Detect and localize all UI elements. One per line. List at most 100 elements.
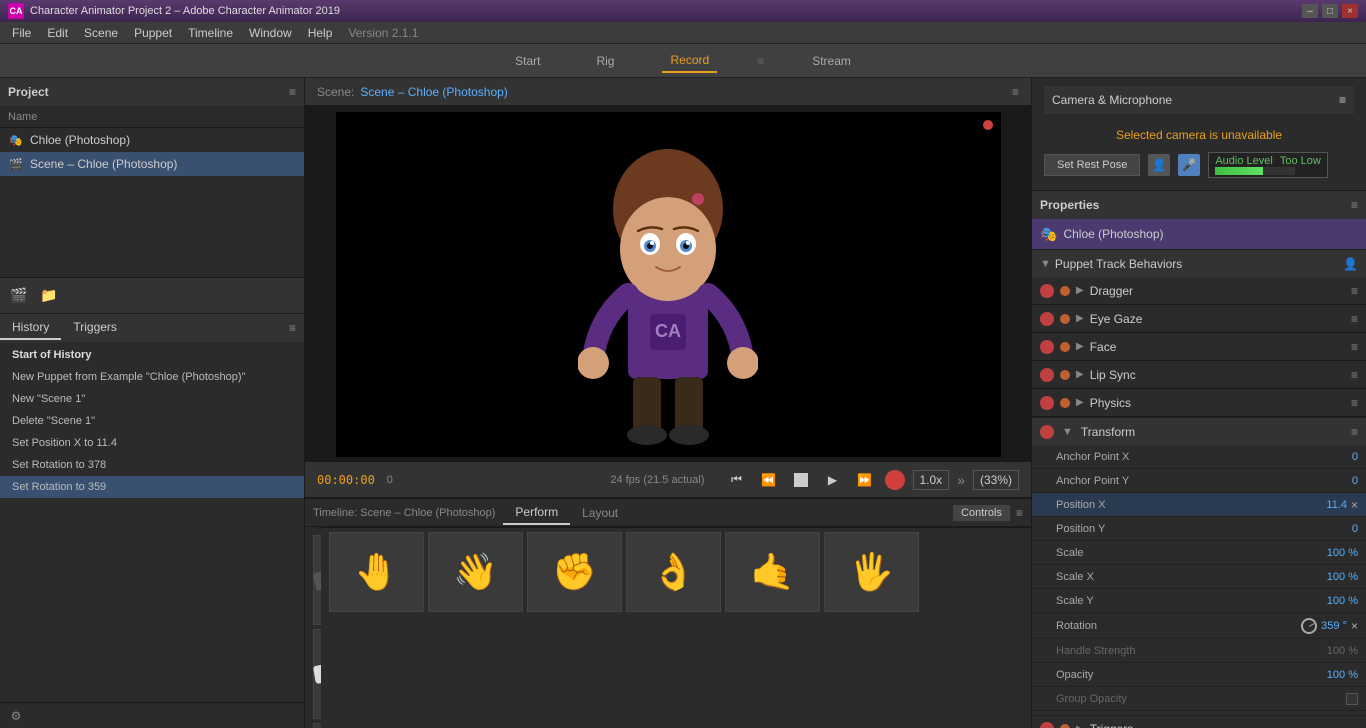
hand-4[interactable]: 👌 [626,532,721,612]
face-dot-icon[interactable] [1060,342,1070,352]
history-item-start[interactable]: Start of History [0,344,304,366]
face-menu-icon[interactable]: ≡ [1351,340,1358,354]
lip-sync-menu-icon[interactable]: ≡ [1351,368,1358,382]
rotation-close[interactable]: × [1351,619,1358,633]
puppet-name-row: 🎭 Chloe (Photoshop) [1032,219,1366,249]
controls-mode-btn[interactable]: Controls [953,505,1010,521]
opacity-value[interactable]: 100 % [1327,669,1358,681]
hand-1[interactable]: 🤚 [329,532,424,612]
eyebrow-a-knob[interactable]: A [313,723,321,728]
dragger-eye-icon[interactable] [1040,284,1054,298]
tab-triggers[interactable]: Triggers [61,316,129,340]
maximize-button[interactable]: □ [1322,4,1338,18]
eyebrow-b-knob[interactable]: B [313,535,321,625]
zoom-control[interactable]: (33%) [973,470,1019,490]
history-menu-icon[interactable]: ≡ [289,321,304,335]
history-item-delete-scene[interactable]: Delete "Scene 1" [0,410,304,432]
timeline-tab-layout[interactable]: Layout [570,502,630,524]
scale-x-value[interactable]: 100 % [1327,571,1358,583]
face-eye-icon[interactable] [1040,340,1054,354]
timeline-menu-icon[interactable]: ≡ [1016,506,1023,520]
project-menu-icon[interactable]: ≡ [289,85,296,99]
transform-collapse-icon[interactable]: ▼ [1062,426,1073,438]
speed-display[interactable]: 1.0x [913,470,950,490]
lip-sync-eye-icon[interactable] [1040,368,1054,382]
history-item-new-scene[interactable]: New "Scene 1" [0,388,304,410]
properties-menu-icon[interactable]: ≡ [1351,198,1358,212]
menu-timeline[interactable]: Timeline [180,24,241,42]
tab-history[interactable]: History [0,316,61,340]
microphone-icon[interactable]: 🎤 [1178,154,1200,176]
toolbar-rig[interactable]: Rig [588,50,622,72]
dragger-dot-icon[interactable] [1060,286,1070,296]
anchor-point-x-value[interactable]: 0 [1352,451,1358,463]
new-composition-icon[interactable]: 🎬 [8,285,30,307]
toolbar-start[interactable]: Start [507,50,548,72]
menu-window[interactable]: Window [241,24,300,42]
physics-expand-icon[interactable]: ▶ [1076,397,1084,408]
eye-gaze-dot-icon[interactable] [1060,314,1070,324]
close-button[interactable]: × [1342,4,1358,18]
position-y-value[interactable]: 0 [1352,523,1358,535]
hand-5[interactable]: 🤙 [725,532,820,612]
transform-menu-icon[interactable]: ≡ [1351,425,1358,439]
hand-3[interactable]: ✊ [527,532,622,612]
toolbar-stream[interactable]: Stream [804,50,859,72]
minimize-button[interactable]: – [1302,4,1318,18]
person-icon[interactable]: 👤 [1148,154,1170,176]
canvas-area[interactable]: CA [305,106,1031,462]
eye-gaze-menu-icon[interactable]: ≡ [1351,312,1358,326]
history-item-set-position[interactable]: Set Position X to 11.4 [0,432,304,454]
eyebrow-w-knob[interactable]: W [313,629,321,719]
scene-menu-icon[interactable]: ≡ [1012,85,1019,99]
folder-icon[interactable]: 📁 [38,285,60,307]
timeline-tab-perform[interactable]: Perform [503,501,570,525]
rotation-value[interactable]: 359 ° [1321,620,1347,632]
transform-eye-icon[interactable] [1040,425,1054,439]
dragger-menu-icon[interactable]: ≡ [1351,284,1358,298]
record-button[interactable] [885,470,905,490]
stop-button[interactable] [789,468,813,492]
toolbar-record[interactable]: Record [662,49,717,73]
project-item-scene[interactable]: 🎬 Scene – Chloe (Photoshop) [0,152,304,176]
physics-menu-icon[interactable]: ≡ [1351,396,1358,410]
scale-value[interactable]: 100 % [1327,547,1358,559]
lip-sync-expand-icon[interactable]: ▶ [1076,369,1084,380]
triggers-dot-icon[interactable] [1060,724,1070,728]
step-forward-button[interactable]: ⏩ [853,468,877,492]
scale-y-value[interactable]: 100 % [1327,595,1358,607]
project-item-puppet[interactable]: 🎭 Chloe (Photoshop) [0,128,304,152]
hand-2[interactable]: 👋 [428,532,523,612]
skip-to-start-button[interactable]: ⏮ [725,468,749,492]
history-item-new-puppet[interactable]: New Puppet from Example "Chloe (Photosho… [0,366,304,388]
behaviors-collapse-icon[interactable]: ▼ [1040,258,1051,270]
nav-arrows-right[interactable]: » [957,472,965,488]
add-puppet-icon[interactable]: 👤 [1343,257,1358,271]
anchor-point-y-value[interactable]: 0 [1352,475,1358,487]
physics-dot-icon[interactable] [1060,398,1070,408]
dragger-expand-icon[interactable]: ▶ [1076,285,1084,296]
position-x-close[interactable]: × [1351,498,1358,512]
settings-icon[interactable]: ⚙ [8,708,24,724]
group-opacity-checkbox[interactable] [1346,693,1358,705]
rest-pose-button[interactable]: Set Rest Pose [1044,154,1140,176]
play-button[interactable]: ▶ [821,468,845,492]
menu-scene[interactable]: Scene [76,24,126,42]
triggers-expand-icon[interactable]: ▶ [1076,724,1084,728]
menu-file[interactable]: File [4,24,39,42]
menu-puppet[interactable]: Puppet [126,24,180,42]
eye-gaze-expand-icon[interactable]: ▶ [1076,313,1084,324]
menu-help[interactable]: Help [300,24,341,42]
menu-edit[interactable]: Edit [39,24,76,42]
face-expand-icon[interactable]: ▶ [1076,341,1084,352]
eye-gaze-eye-icon[interactable] [1040,312,1054,326]
triggers-eye-icon[interactable] [1040,722,1054,728]
physics-eye-icon[interactable] [1040,396,1054,410]
lip-sync-dot-icon[interactable] [1060,370,1070,380]
step-back-button[interactable]: ⏪ [757,468,781,492]
hand-6[interactable]: 🖐 [824,532,919,612]
history-item-set-rotation-359[interactable]: Set Rotation to 359 [0,476,304,498]
camera-menu-icon[interactable]: ≡ [1339,93,1346,107]
position-x-value[interactable]: 11.4 [1326,499,1347,511]
history-item-set-rotation-378[interactable]: Set Rotation to 378 [0,454,304,476]
